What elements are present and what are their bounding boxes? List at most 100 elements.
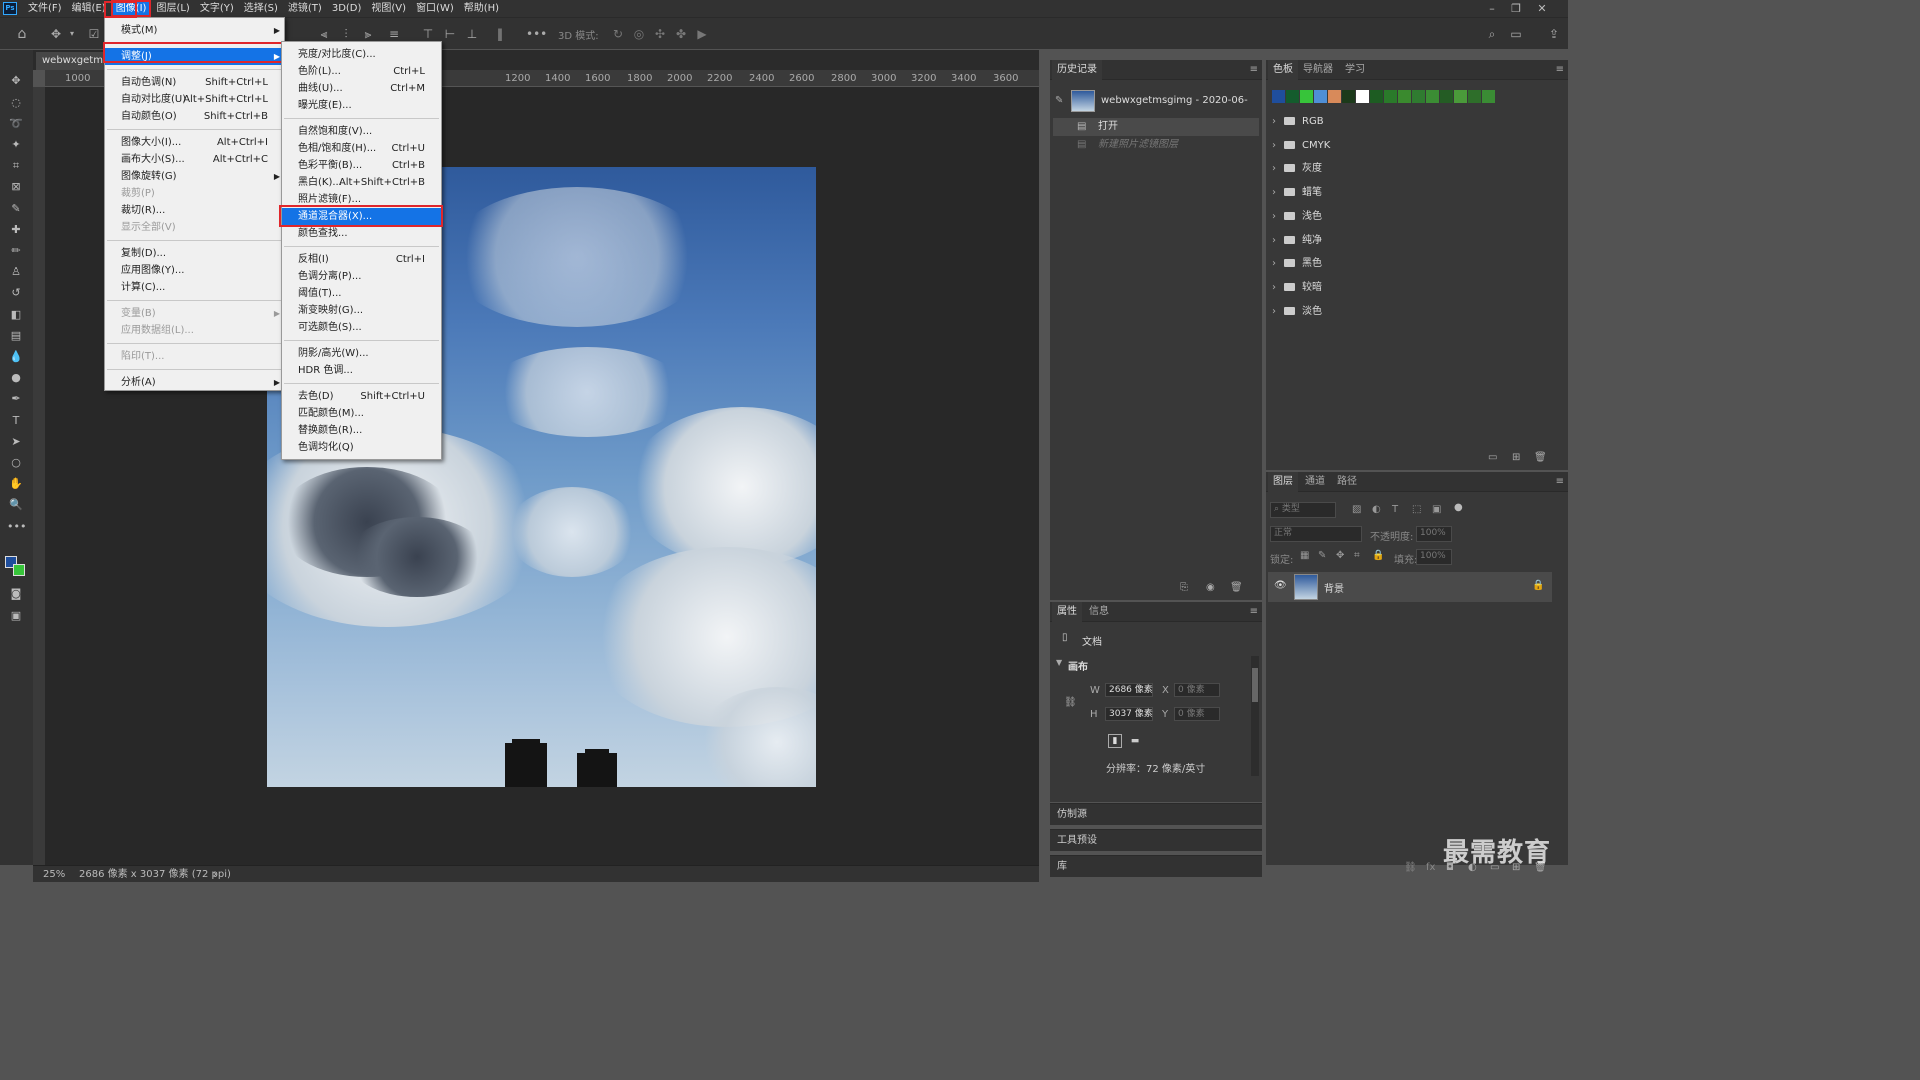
image_menu-item-4[interactable]: 自动色调(N) Shift+Ctrl+L [105, 74, 284, 91]
portrait-icon[interactable]: ▮ [1108, 734, 1122, 748]
3d-rotate-icon[interactable]: ↻ [610, 26, 626, 42]
distribute-vertical-icon[interactable]: ‖ [492, 26, 508, 42]
adjust_menu-item-5[interactable]: 自然饱和度(V)... [282, 123, 441, 140]
menu-8[interactable]: 视图(V) [366, 0, 411, 17]
healing-brush-icon[interactable]: ✚ [7, 221, 25, 239]
swatch-group[interactable]: › 纯净 [1272, 231, 1322, 251]
minimize-button[interactable]: – [1480, 0, 1504, 17]
zoom-tool-icon[interactable]: 🔍 [7, 496, 25, 514]
color-swatch[interactable] [1398, 90, 1411, 103]
layer-row-background[interactable]: 👁 背景 🔒 [1268, 572, 1552, 602]
x-field[interactable]: 0 像素 [1174, 683, 1220, 697]
tab-channels[interactable]: 通道 [1300, 472, 1330, 492]
tab-history[interactable]: 历史记录 [1052, 60, 1102, 80]
menu-0[interactable]: 文件(F) [23, 0, 67, 17]
tab-navigator[interactable]: 导航器 [1298, 60, 1338, 80]
swatch-group[interactable]: › 黑色 [1272, 254, 1322, 274]
image_menu-item-17[interactable]: 计算(C)... [105, 279, 284, 296]
image_menu-item-8[interactable]: 图像大小(I)... Alt+Ctrl+I [105, 134, 284, 151]
panel-menu-icon[interactable]: ≡ [1250, 64, 1258, 75]
y-field[interactable]: 0 像素 [1174, 707, 1220, 721]
adjust_menu-item-19[interactable]: 阴影/高光(W)... [282, 345, 441, 362]
path-selection-icon[interactable]: ➤ [7, 433, 25, 451]
adjust_menu-item-25[interactable]: 色调均化(Q) [282, 439, 441, 456]
panel-menu-icon[interactable]: ≡ [1250, 606, 1258, 617]
workspace-icon[interactable]: ▭ [1508, 26, 1524, 42]
image_menu-item-20[interactable]: 应用数据组(L)... [105, 322, 284, 339]
align-top-icon[interactable]: ⊤ [420, 26, 436, 42]
swatch-group[interactable]: › RGB [1272, 112, 1324, 132]
color-swatch[interactable] [1384, 90, 1397, 103]
image_menu-item-15[interactable]: 复制(D)... [105, 245, 284, 262]
marquee-tool-icon[interactable]: ◌ [7, 94, 25, 112]
adjust_menu-item-22[interactable]: 去色(D) Shift+Ctrl+U [282, 388, 441, 405]
menu-6[interactable]: 滤镜(T) [283, 0, 327, 17]
color-swatch[interactable] [1412, 90, 1425, 103]
type-tool-icon[interactable]: T [7, 412, 25, 430]
eraser-icon[interactable]: ◧ [7, 306, 25, 324]
tab-learn[interactable]: 学习 [1340, 60, 1370, 80]
menu-2[interactable]: 图像(I) [110, 0, 152, 17]
history-item-open[interactable]: ▤ 打开 [1053, 118, 1259, 136]
tool-presets-panel[interactable]: 工具预设 [1050, 829, 1262, 851]
close-button[interactable]: ✕ [1530, 0, 1554, 17]
adjust_menu-item-1[interactable]: 色阶(L)... Ctrl+L [282, 63, 441, 80]
blur-tool-icon[interactable]: 💧 [7, 348, 25, 366]
clone-stamp-icon[interactable]: ♙ [7, 263, 25, 281]
align-right-icon[interactable]: ⫸ [360, 26, 376, 42]
image_menu-item-2[interactable]: 调整(J) ▶ [105, 48, 284, 65]
move-tool-icon[interactable]: ✥ [48, 26, 64, 42]
home-icon[interactable]: ⌂ [14, 26, 30, 42]
align-bottom-icon[interactable]: ⊥ [464, 26, 480, 42]
history-item-filter[interactable]: ▤ 新建照片滤镜图层 [1053, 136, 1259, 154]
document-tab[interactable]: webwxgetmsgimg - 2020-06-19T... [36, 52, 106, 70]
adjust_menu-item-15[interactable]: 阈值(T)... [282, 285, 441, 302]
adjust_menu-item-13[interactable]: 反相(I) Ctrl+I [282, 251, 441, 268]
filter-shape-icon[interactable]: ⬚ [1412, 504, 1421, 515]
zoom-level[interactable]: 25% [43, 866, 65, 883]
align-center-icon[interactable]: ⫶ [338, 26, 354, 42]
3d-roll-icon[interactable]: ◎ [631, 26, 647, 42]
adjust_menu-item-16[interactable]: 渐变映射(G)... [282, 302, 441, 319]
color-swatch[interactable] [1342, 90, 1355, 103]
3d-slide-icon[interactable]: ✤ [673, 26, 689, 42]
new-swatch-icon[interactable]: ⊞ [1512, 452, 1520, 463]
chevron-down-icon[interactable]: ▼ [1056, 658, 1062, 667]
adjust_menu-item-8[interactable]: 黑白(K)... Alt+Shift+Ctrl+B [282, 174, 441, 191]
color-swatch[interactable] [1300, 90, 1313, 103]
panel-menu-icon[interactable]: ≡ [1556, 64, 1564, 75]
chevron-right-icon[interactable]: › [213, 866, 217, 883]
blend-mode-select[interactable]: 正常 [1270, 526, 1362, 542]
hand-tool-icon[interactable]: ✋ [7, 475, 25, 493]
color-swatch[interactable] [1370, 90, 1383, 103]
color-swatch[interactable] [1426, 90, 1439, 103]
more-icon[interactable]: ••• [526, 26, 547, 42]
filter-image-icon[interactable]: ▨ [1352, 504, 1361, 515]
adjust_menu-item-23[interactable]: 匹配颜色(M)... [282, 405, 441, 422]
share-icon[interactable]: ⇪ [1546, 26, 1562, 42]
color-swatch[interactable] [1482, 90, 1495, 103]
adjust_menu-item-20[interactable]: HDR 色调... [282, 362, 441, 379]
swatch-group[interactable]: › 蜡笔 [1272, 183, 1322, 203]
chevron-down-icon[interactable]: ▾ [64, 26, 80, 42]
brush-tool-icon[interactable]: ✏ [7, 242, 25, 260]
link-icon[interactable]: ⛓ [1064, 697, 1077, 708]
crop-tool-icon[interactable]: ⌗ [7, 157, 25, 175]
swatch-group[interactable]: › 较暗 [1272, 278, 1322, 298]
frame-tool-icon[interactable]: ⊠ [7, 178, 25, 196]
new-document-icon[interactable]: ⎘ [1180, 582, 1188, 593]
menu-1[interactable]: 编辑(E) [67, 0, 111, 17]
filter-smart-object-icon[interactable]: ▣ [1432, 504, 1441, 515]
adjust_menu-item-14[interactable]: 色调分离(P)... [282, 268, 441, 285]
image_menu-item-11[interactable]: 裁剪(P) [105, 185, 284, 202]
trash-icon[interactable]: 🗑 [1534, 452, 1547, 463]
swatch-group[interactable]: › 淡色 [1272, 302, 1322, 322]
eye-icon[interactable]: 👁 [1274, 580, 1287, 591]
menu-4[interactable]: 文字(Y) [195, 0, 239, 17]
tab-info[interactable]: 信息 [1084, 602, 1114, 622]
swatch-group[interactable]: › 灰度 [1272, 159, 1322, 179]
link-layers-icon[interactable]: ⛓ [1404, 862, 1417, 873]
adjust_menu-item-17[interactable]: 可选颜色(S)... [282, 319, 441, 336]
image_menu-item-0[interactable]: 模式(M) ▶ [105, 22, 284, 39]
color-swatch[interactable] [1440, 90, 1453, 103]
